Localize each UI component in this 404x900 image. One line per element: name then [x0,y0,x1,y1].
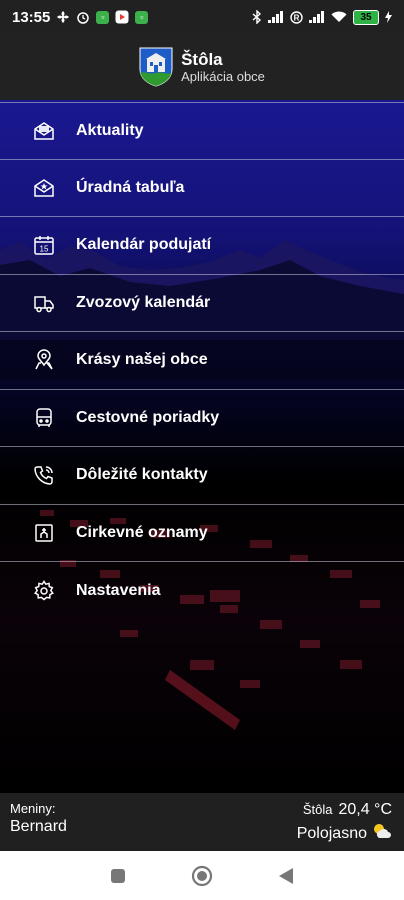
menu-item-dolezite-kontakty[interactable]: Dôležité kontakty [0,447,404,505]
nameday-name: Bernard [10,818,67,835]
main-menu: Aktuality Úradná tabuľa 15 Kalendár podu… [0,102,404,620]
back-button[interactable] [274,864,298,888]
menu-item-aktuality[interactable]: Aktuality [0,102,404,160]
menu-item-uradna-tabula[interactable]: Úradná tabuľa [0,160,404,217]
menu-item-krasy-obce[interactable]: Krásy našej obce [0,332,404,390]
status-time: 13:55 [12,8,51,26]
menu-label: Úradná tabuľa [76,178,185,196]
info-footer: Meniny: Bernard Štôla 20,4 °C Polojasno [0,793,404,851]
charging-icon [385,11,392,23]
app-notification-icon: ▫ [96,10,110,24]
weather-town: Štôla [302,802,333,817]
status-bar: 13:55 ▫ ▫ R 35 [0,0,404,34]
calendar-icon: 15 [32,233,56,257]
open-envelope-icon [32,119,56,143]
phone-icon [32,463,56,487]
menu-label: Cestovné poriadky [76,408,220,426]
home-button[interactable] [190,864,214,888]
menu-label: Nastavenia [76,581,161,599]
roaming-icon: R [290,10,303,24]
menu-label: Zvozový kalendár [76,293,211,311]
menu-item-cirkevne-oznamy[interactable]: Cirkevné oznamy [0,505,404,562]
menu-item-zvozovy-kalendar[interactable]: Zvozový kalendár [0,275,404,332]
app-header: Štôla Aplikácia obce [0,34,404,100]
menu-label: Dôležité kontakty [76,466,208,484]
play-icon [115,10,129,24]
svg-text:R: R [294,13,300,22]
weather-widget[interactable]: Štôla 20,4 °C Polojasno [297,801,392,851]
fan-icon [56,10,70,24]
garbage-truck-icon [32,291,56,315]
battery-icon: 35 [353,9,379,25]
wifi-icon [331,11,347,23]
church-icon [32,521,56,545]
bus-icon [32,406,56,430]
signal-icon [309,11,325,23]
app-notification-icon: ▫ [135,10,149,24]
bluetooth-icon [252,10,262,24]
menu-label: Krásy našej obce [76,351,208,369]
system-navigation-bar [0,851,404,900]
partly-cloudy-icon [372,823,392,844]
menu-label: Kalendár podujatí [76,236,212,254]
menu-item-cestovne-poriadky[interactable]: Cestovné poriadky [0,390,404,447]
alarm-icon [76,10,90,24]
app-subtitle: Aplikácia obce [181,68,265,84]
gear-icon [32,579,56,603]
signal-icon [268,11,284,23]
weather-condition: Polojasno [296,824,367,842]
svg-text:15: 15 [40,245,49,254]
coat-of-arms-icon [139,47,173,87]
nameday-label: Meniny: [10,801,56,816]
weather-temperature: 20,4 °C [338,801,392,818]
menu-label: Aktuality [76,121,144,139]
recents-button[interactable] [106,864,130,888]
map-pin-icon [32,348,56,372]
menu-label: Cirkevné oznamy [76,523,208,541]
app-title: Štôla [181,49,223,69]
menu-item-kalendar-podujati[interactable]: 15 Kalendár podujatí [0,217,404,275]
menu-item-nastavenia[interactable]: Nastavenia [0,562,404,620]
mail-star-icon [32,176,56,200]
